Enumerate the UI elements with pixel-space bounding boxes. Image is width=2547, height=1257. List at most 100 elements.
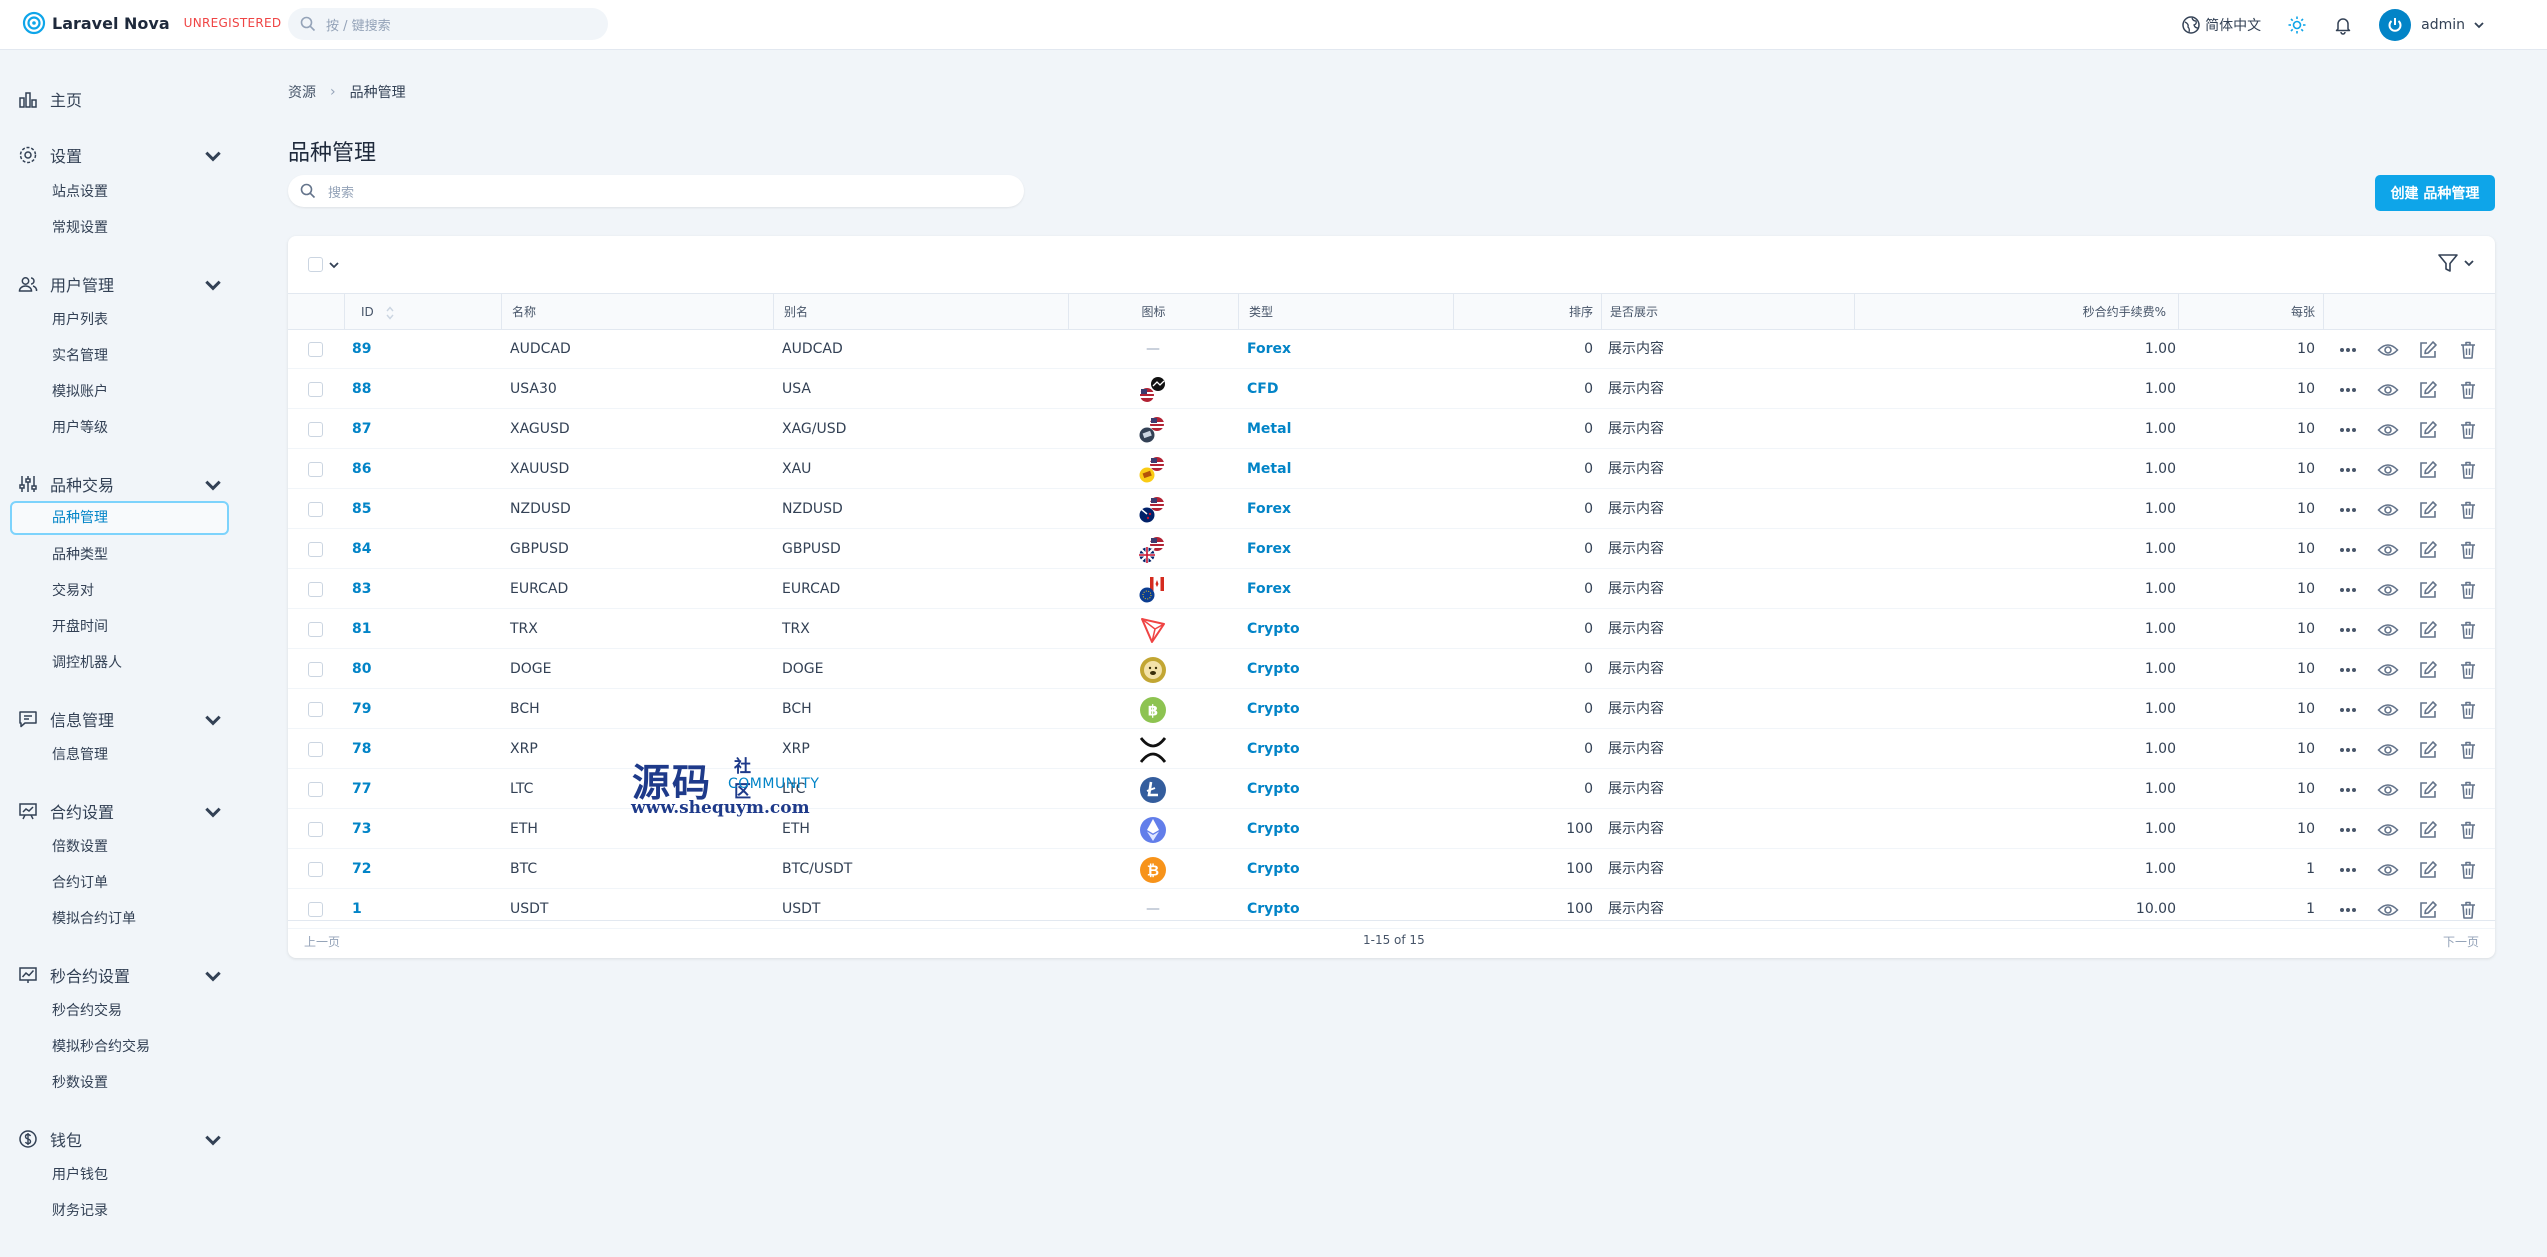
more-actions-button[interactable]	[2336, 698, 2360, 722]
edit-button[interactable]	[2416, 578, 2440, 602]
sidebar-item-opening-hours[interactable]: 开盘时间	[52, 616, 108, 636]
more-actions-button[interactable]	[2336, 538, 2360, 562]
view-button[interactable]	[2376, 418, 2400, 442]
sidebar-group-messages[interactable]: 信息管理	[18, 707, 223, 731]
sidebar-item-user-wallets[interactable]: 用户钱包	[52, 1164, 108, 1184]
more-actions-button[interactable]	[2336, 418, 2360, 442]
view-button[interactable]	[2376, 898, 2400, 922]
row-type-link[interactable]: Crypto	[1247, 810, 1300, 849]
delete-button[interactable]	[2456, 698, 2480, 722]
row-id-link[interactable]: 83	[352, 570, 371, 609]
sidebar-item-demo-contract-orders[interactable]: 模拟合约订单	[52, 908, 136, 928]
app-logo[interactable]: Laravel Nova UNREGISTERED	[22, 11, 281, 35]
view-button[interactable]	[2376, 658, 2400, 682]
row-checkbox[interactable]	[308, 541, 323, 557]
row-id-link[interactable]: 81	[352, 610, 371, 649]
select-all-dropdown[interactable]	[308, 257, 340, 272]
delete-button[interactable]	[2456, 778, 2480, 802]
delete-button[interactable]	[2456, 418, 2480, 442]
more-actions-button[interactable]	[2336, 498, 2360, 522]
row-checkbox[interactable]	[308, 861, 323, 877]
view-button[interactable]	[2376, 498, 2400, 522]
edit-button[interactable]	[2416, 738, 2440, 762]
edit-button[interactable]	[2416, 658, 2440, 682]
table-row[interactable]: 80 DOGE DOGE Crypto 0 展示内容 1.00 10	[288, 650, 2495, 689]
view-button[interactable]	[2376, 458, 2400, 482]
edit-button[interactable]	[2416, 338, 2440, 362]
sidebar-item-home[interactable]: 主页	[18, 87, 223, 111]
view-button[interactable]	[2376, 618, 2400, 642]
create-resource-button[interactable]: 创建 品种管理	[2375, 175, 2495, 211]
more-actions-button[interactable]	[2336, 898, 2360, 922]
delete-button[interactable]	[2456, 458, 2480, 482]
row-id-link[interactable]: 89	[352, 330, 371, 369]
row-type-link[interactable]: Forex	[1247, 570, 1291, 609]
table-row[interactable]: 72 BTC BTC/USDT ₿ Crypto 100 展示内容 1.00 1	[288, 850, 2495, 889]
row-checkbox[interactable]	[308, 581, 323, 597]
row-type-link[interactable]: Crypto	[1247, 650, 1300, 689]
delete-button[interactable]	[2456, 818, 2480, 842]
delete-button[interactable]	[2456, 898, 2480, 922]
breadcrumb-root[interactable]: 资源	[288, 82, 316, 102]
more-actions-button[interactable]	[2336, 738, 2360, 762]
row-type-link[interactable]: Crypto	[1247, 770, 1300, 809]
table-row[interactable]: 87 XAGUSD XAG/USD Metal 0 展示内容 1.00 10	[288, 410, 2495, 449]
table-row[interactable]: 81 TRX TRX Crypto 0 展示内容 1.00 10	[288, 610, 2495, 649]
more-actions-button[interactable]	[2336, 458, 2360, 482]
edit-button[interactable]	[2416, 378, 2440, 402]
more-actions-button[interactable]	[2336, 618, 2360, 642]
more-actions-button[interactable]	[2336, 818, 2360, 842]
sidebar-item-messages[interactable]: 信息管理	[52, 744, 108, 764]
table-row[interactable]: 88 USA30 USA CFD 0 展示内容 1.00 10	[288, 370, 2495, 409]
sidebar-item-multiplier-settings[interactable]: 倍数设置	[52, 836, 108, 856]
row-checkbox[interactable]	[308, 701, 323, 717]
row-type-link[interactable]: Crypto	[1247, 610, 1300, 649]
sidebar-group-settings[interactable]: 设置	[18, 143, 223, 167]
delete-button[interactable]	[2456, 498, 2480, 522]
sidebar-group-second-contracts[interactable]: 秒合约设置	[18, 963, 223, 987]
row-type-link[interactable]: Crypto	[1247, 730, 1300, 769]
view-button[interactable]	[2376, 698, 2400, 722]
view-button[interactable]	[2376, 818, 2400, 842]
sidebar-item-trading-pairs[interactable]: 交易对	[52, 580, 94, 600]
sidebar-item-control-robot[interactable]: 调控机器人	[52, 652, 122, 672]
row-type-link[interactable]: Crypto	[1247, 690, 1300, 729]
row-type-link[interactable]: Forex	[1247, 530, 1291, 569]
more-actions-button[interactable]	[2336, 658, 2360, 682]
sidebar-item-seconds-settings[interactable]: 秒数设置	[52, 1072, 108, 1092]
sidebar-item-site-settings[interactable]: 站点设置	[52, 181, 108, 201]
sidebar-group-contracts[interactable]: 合约设置	[18, 799, 223, 823]
row-id-link[interactable]: 72	[352, 850, 371, 889]
edit-button[interactable]	[2416, 538, 2440, 562]
view-button[interactable]	[2376, 738, 2400, 762]
row-type-link[interactable]: CFD	[1247, 370, 1278, 409]
edit-button[interactable]	[2416, 498, 2440, 522]
row-checkbox[interactable]	[308, 341, 323, 357]
row-type-link[interactable]: Metal	[1247, 410, 1291, 449]
sidebar-item-financial-records[interactable]: 财务记录	[52, 1200, 108, 1220]
delete-button[interactable]	[2456, 738, 2480, 762]
delete-button[interactable]	[2456, 578, 2480, 602]
edit-button[interactable]	[2416, 618, 2440, 642]
table-row[interactable]: 73 ETH ETH Crypto 100 展示内容 1.00 10	[288, 810, 2495, 849]
edit-button[interactable]	[2416, 458, 2440, 482]
more-actions-button[interactable]	[2336, 378, 2360, 402]
row-id-link[interactable]: 85	[352, 490, 371, 529]
view-button[interactable]	[2376, 538, 2400, 562]
row-id-link[interactable]: 84	[352, 530, 371, 569]
sidebar-item-general-settings[interactable]: 常规设置	[52, 217, 108, 237]
sidebar-item-contract-orders[interactable]: 合约订单	[52, 872, 108, 892]
column-header-id[interactable]: ID	[344, 294, 498, 330]
sidebar-item-demo-second-contract[interactable]: 模拟秒合约交易	[52, 1036, 150, 1056]
delete-button[interactable]	[2456, 618, 2480, 642]
view-button[interactable]	[2376, 338, 2400, 362]
row-type-link[interactable]: Metal	[1247, 450, 1291, 489]
row-checkbox[interactable]	[308, 621, 323, 637]
delete-button[interactable]	[2456, 538, 2480, 562]
row-id-link[interactable]: 86	[352, 450, 371, 489]
view-button[interactable]	[2376, 578, 2400, 602]
delete-button[interactable]	[2456, 378, 2480, 402]
table-row[interactable]: 86 XAUUSD XAU Metal 0 展示内容 1.00 10	[288, 450, 2495, 489]
more-actions-button[interactable]	[2336, 578, 2360, 602]
row-checkbox[interactable]	[308, 501, 323, 517]
